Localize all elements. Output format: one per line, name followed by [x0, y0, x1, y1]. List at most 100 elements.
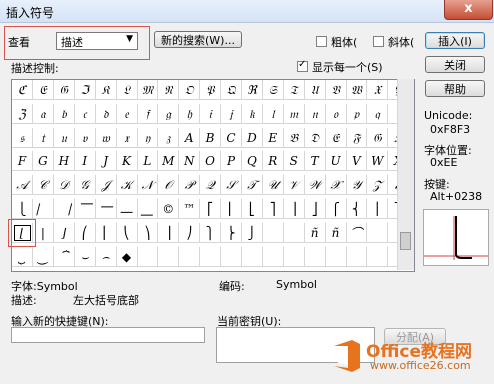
symbol-cell[interactable]: 𝒮: [221, 175, 242, 196]
symbol-cell[interactable]: W: [367, 151, 389, 172]
symbol-cell[interactable]: 𝔚: [346, 80, 368, 100]
symbol-cell[interactable]: [283, 246, 305, 267]
symbol-cell[interactable]: ⎻: [95, 199, 117, 219]
symbol-cell[interactable]: 𝔉: [346, 127, 368, 148]
symbol-cell[interactable]: 𝔓: [200, 80, 222, 100]
symbol-cell[interactable]: ℑ: [74, 80, 96, 100]
window-close-button[interactable]: x: [444, 0, 493, 20]
symbol-cell[interactable]: 𝒳: [325, 175, 347, 196]
symbol-cell[interactable]: C: [221, 127, 242, 148]
symbol-cell[interactable]: 𝒫: [179, 175, 201, 196]
symbol-cell[interactable]: P: [221, 151, 242, 172]
symbol-cell[interactable]: V: [346, 151, 368, 172]
symbol-cell[interactable]: 𝒯: [241, 175, 263, 196]
symbol-cell[interactable]: 𝔊: [367, 127, 389, 148]
symbol-cell[interactable]: 𝔰: [12, 127, 33, 148]
symbol-cell[interactable]: 𝔲: [53, 127, 75, 148]
symbol-cell[interactable]: A: [179, 127, 201, 148]
symbol-cell[interactable]: 𝔟: [53, 103, 75, 124]
symbol-cell[interactable]: U: [325, 151, 347, 172]
symbol-cell[interactable]: ⎭: [241, 222, 263, 243]
symbol-cell[interactable]: ⎤: [262, 199, 284, 219]
symbol-cell[interactable]: [200, 246, 222, 267]
symbol-cell[interactable]: 𝔖: [262, 80, 284, 100]
symbol-cell[interactable]: 𝔱: [32, 127, 54, 148]
symbol-cell[interactable]: 𝔢: [116, 103, 138, 124]
symbol-cell[interactable]: 𝔬: [325, 103, 347, 124]
symbol-cell[interactable]: ⎧: [325, 199, 347, 219]
symbol-cell[interactable]: 𝔥: [179, 103, 201, 124]
symbol-cell[interactable]: 𝔞: [32, 103, 54, 124]
symbol-cell[interactable]: ©: [158, 199, 180, 219]
symbol-cell[interactable]: ⎹: [53, 199, 75, 219]
new-shortcut-input[interactable]: [11, 327, 205, 343]
symbol-cell[interactable]: 𝒥: [95, 175, 117, 196]
symbol-cell[interactable]: ⎸: [32, 199, 54, 219]
symbol-cell[interactable]: [283, 222, 305, 243]
symbol-cell[interactable]: ⎛: [74, 222, 96, 243]
symbol-cell[interactable]: ⎪: [367, 199, 389, 219]
symbol-cell[interactable]: 𝒢: [74, 175, 96, 196]
symbol-cell[interactable]: Q: [241, 151, 263, 172]
symbol-cell[interactable]: K: [116, 151, 138, 172]
symbol-cell[interactable]: ⌢: [95, 246, 117, 267]
symbol-cell[interactable]: M: [158, 151, 180, 172]
symbol-cell[interactable]: ⎥: [283, 199, 305, 219]
symbol-cell[interactable]: [158, 246, 180, 267]
symbol-cell[interactable]: [367, 222, 389, 243]
symbol-cell[interactable]: 𝔫: [304, 103, 326, 124]
italic-checkbox[interactable]: [373, 36, 384, 47]
symbol-cell[interactable]: ⎨: [346, 199, 368, 219]
symbol-cell[interactable]: 𝒩: [137, 175, 159, 196]
symbol-cell[interactable]: S: [283, 151, 305, 172]
symbol-cell[interactable]: ⎜: [95, 222, 117, 243]
symbol-cell[interactable]: ⎦: [304, 199, 326, 219]
symbol-cell[interactable]: ◆: [116, 246, 138, 267]
symbol-cell[interactable]: 𝔣: [137, 103, 159, 124]
symbol-cell[interactable]: [137, 246, 159, 267]
symbol-cell[interactable]: L: [137, 151, 159, 172]
show-one-checkbox[interactable]: [297, 59, 308, 72]
symbol-cell[interactable]: ™: [179, 199, 201, 219]
bold-checkbox[interactable]: [316, 36, 327, 47]
symbol-cell[interactable]: 𝔡: [95, 103, 117, 124]
grid-scrollbar[interactable]: [397, 79, 414, 270]
symbol-cell[interactable]: 𝔷: [158, 127, 180, 148]
symbol-cell[interactable]: 𝔔: [221, 80, 242, 100]
symbol-cell[interactable]: ⏝: [32, 246, 54, 267]
symbol-cell[interactable]: 𝔶: [137, 127, 159, 148]
help-button[interactable]: 帮助: [425, 80, 485, 97]
symbol-cell[interactable]: ⎬: [221, 222, 242, 243]
symbol-cell[interactable]: 𝔨: [241, 103, 263, 124]
symbol-cell[interactable]: 𝔗: [283, 80, 305, 100]
symbol-cell[interactable]: 𝔴: [95, 127, 117, 148]
symbol-cell[interactable]: 𝒬: [200, 175, 222, 196]
symbol-cell[interactable]: ⎺: [74, 199, 96, 219]
symbol-cell[interactable]: 𝔐: [137, 80, 159, 100]
symbol-cell[interactable]: ⎝: [116, 222, 138, 243]
symbol-cell[interactable]: 𝔪: [283, 103, 305, 124]
symbol-cell[interactable]: 𝔛: [367, 80, 389, 100]
symbol-cell[interactable]: [325, 246, 347, 267]
symbol-cell[interactable]: 𝔈: [325, 127, 347, 148]
symbol-cell[interactable]: B: [200, 127, 222, 148]
symbol-cell[interactable]: 𝔒: [179, 80, 201, 100]
symbol-cell[interactable]: N: [179, 151, 201, 172]
symbol-cell[interactable]: 𝔊: [53, 80, 75, 100]
symbol-cell[interactable]: 𝒲: [304, 175, 326, 196]
symbol-cell[interactable]: ⎡: [200, 199, 222, 219]
symbol-cell[interactable]: [346, 246, 368, 267]
symbol-cell[interactable]: ñ: [325, 222, 347, 243]
symbol-cell[interactable]: 𝔧: [221, 103, 242, 124]
symbol-cell[interactable]: 𝒜: [12, 175, 33, 196]
symbol-cell[interactable]: ⎼: [116, 199, 138, 219]
symbol-cell[interactable]: ℭ: [12, 80, 33, 100]
symbol-cell[interactable]: 𝒟: [53, 175, 75, 196]
symbol-cell[interactable]: ñ: [304, 222, 326, 243]
symbol-cell[interactable]: ℨ: [12, 103, 33, 124]
symbol-cell[interactable]: O: [200, 151, 222, 172]
symbol-cell[interactable]: 𝔎: [95, 80, 117, 100]
new-search-button[interactable]: 新的搜索(W)...: [154, 31, 242, 48]
symbol-cell[interactable]: 𝒴: [346, 175, 368, 196]
close-button[interactable]: 关闭: [425, 56, 485, 73]
